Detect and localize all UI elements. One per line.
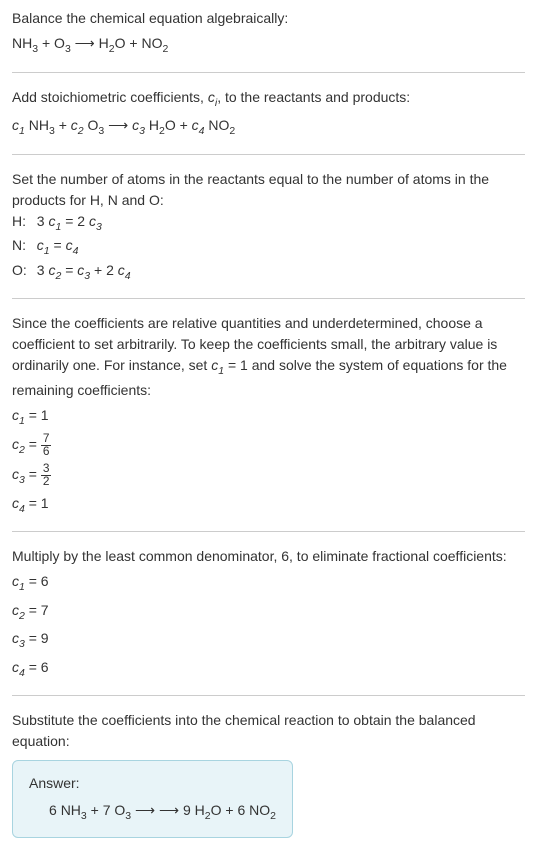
- sol-c2: c2 = 76: [12, 433, 525, 459]
- atom-balance-section: Set the number of atoms in the reactants…: [12, 169, 525, 285]
- reactant-o3: O3: [54, 35, 71, 51]
- underdet-text: Since the coefficients are relative quan…: [12, 313, 525, 401]
- underdet-section: Since the coefficients are relative quan…: [12, 313, 525, 517]
- mult-c4: c4 = 6: [12, 657, 525, 682]
- atom-row-n: N: c1 = c4: [12, 235, 137, 260]
- product-h2o: H2O: [99, 35, 126, 51]
- mult-c2: c2 = 7: [12, 600, 525, 625]
- divider: [12, 531, 525, 532]
- atom-row-h: H: 3 c1 = 2 c3: [12, 211, 137, 236]
- sol-c4: c4 = 1: [12, 493, 525, 518]
- unbalanced-equation: NH3 + O3 ⟶ H2O + NO2: [12, 33, 525, 58]
- atom-balance-table: H: 3 c1 = 2 c3 N: c1 = c4 O: 3 c2 = c3 +…: [12, 211, 137, 285]
- intro-text: Balance the chemical equation algebraica…: [12, 8, 525, 29]
- atom-row-o: O: 3 c2 = c3 + 2 c4: [12, 260, 137, 285]
- product-no2: NO2: [141, 35, 168, 51]
- mult-c1: c1 = 6: [12, 571, 525, 596]
- intro-section: Balance the chemical equation algebraica…: [12, 8, 525, 58]
- fraction: 32: [41, 463, 52, 488]
- answer-label: Answer:: [29, 773, 276, 794]
- divider: [12, 695, 525, 696]
- divider: [12, 72, 525, 73]
- ci-var: ci: [208, 89, 217, 105]
- mult-c3: c3 = 9: [12, 628, 525, 653]
- fraction: 76: [41, 433, 52, 458]
- sol-c3: c3 = 32: [12, 463, 525, 489]
- atoms-intro: Set the number of atoms in the reactants…: [12, 169, 525, 211]
- mult-text: Multiply by the least common denominator…: [12, 546, 525, 567]
- multiply-section: Multiply by the least common denominator…: [12, 546, 525, 681]
- answer-section: Substitute the coefficients into the che…: [12, 710, 525, 838]
- arrow-icon: ⟶: [71, 35, 99, 51]
- stoich-section: Add stoichiometric coefficients, ci, to …: [12, 87, 525, 140]
- reactant-nh3: NH3: [12, 35, 38, 51]
- balanced-equation: 6 NH3 + 7 O3 ⟶ ⟶ 9 H2O + 6 NO2: [29, 800, 276, 825]
- stoich-equation: c1 NH3 + c2 O3 ⟶ c3 H2O + c4 NO2: [12, 115, 525, 140]
- divider: [12, 154, 525, 155]
- sol-c1: c1 = 1: [12, 405, 525, 430]
- stoich-intro: Add stoichiometric coefficients, ci, to …: [12, 87, 525, 112]
- subst-text: Substitute the coefficients into the che…: [12, 710, 525, 752]
- answer-box: Answer: 6 NH3 + 7 O3 ⟶ ⟶ 9 H2O + 6 NO2: [12, 760, 293, 838]
- divider: [12, 298, 525, 299]
